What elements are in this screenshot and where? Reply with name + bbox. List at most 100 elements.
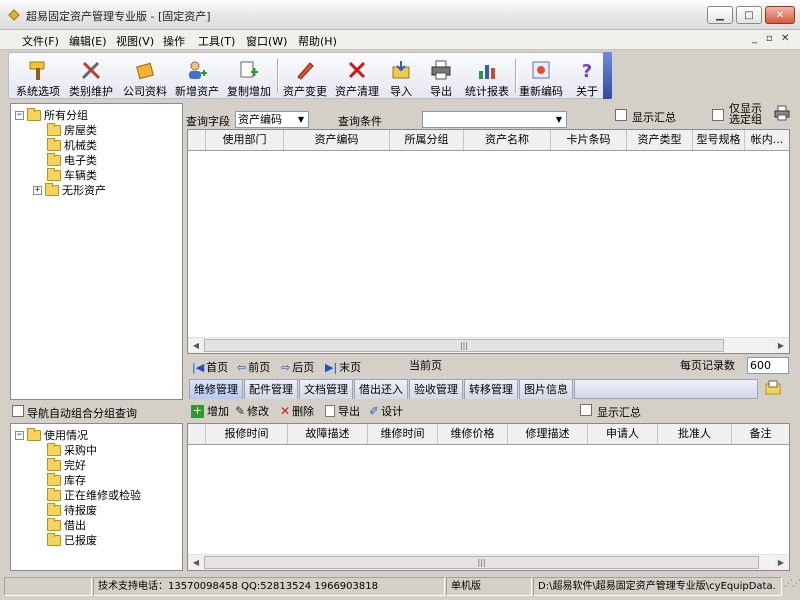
column-header[interactable]: 帐内...	[745, 130, 789, 150]
tree-item-pending-scrap[interactable]: 待报废	[47, 502, 97, 518]
menu-file[interactable]: 文件(F)	[22, 33, 59, 49]
tab-documents[interactable]: 文档管理	[299, 379, 353, 399]
column-header[interactable]: 修理描述	[508, 424, 588, 444]
query-condition-select[interactable]: ▼	[422, 111, 567, 128]
asset-clear-button[interactable]: 资产清理	[331, 53, 383, 99]
tab-repair[interactable]: 维修管理	[189, 379, 243, 399]
scroll-left-icon[interactable]: ◀	[188, 338, 204, 353]
detail-add-button[interactable]: + 增加	[191, 403, 229, 419]
scroll-thumb[interactable]: |||	[204, 339, 724, 352]
menu-operate[interactable]: 操作	[163, 33, 185, 49]
toolbar-separator	[277, 59, 278, 93]
tree-item-stock[interactable]: 库存	[47, 472, 86, 488]
query-field-select[interactable]: 资产编码 ▼	[235, 111, 309, 128]
tree-root-usage[interactable]: − 使用情况	[15, 427, 88, 443]
close-button[interactable]: ✕	[765, 6, 795, 24]
tree-item-scrapped[interactable]: 已报废	[47, 532, 97, 548]
minimize-button[interactable]: ▁	[707, 6, 733, 24]
first-page-button[interactable]: |◀ 首页	[192, 359, 228, 375]
menu-edit[interactable]: 编辑(E)	[69, 33, 107, 49]
copy-add-button[interactable]: 复制增加	[223, 53, 275, 99]
column-header[interactable]: 资产类型	[627, 130, 693, 150]
printer-icon[interactable]	[774, 105, 790, 121]
column-header[interactable]: 所属分组	[390, 130, 464, 150]
tree-item-intangible[interactable]: + 无形资产	[33, 182, 106, 198]
tree-item-house[interactable]: 房屋类	[47, 122, 97, 138]
detail-design-button[interactable]: ✐ 设计	[369, 403, 403, 419]
tree-item-intact[interactable]: 完好	[47, 457, 86, 473]
scroll-thumb[interactable]: |||	[204, 556, 759, 569]
open-folder-icon[interactable]	[765, 380, 781, 396]
maximize-button[interactable]: □	[736, 6, 762, 24]
company-info-button[interactable]: 公司资料	[119, 53, 171, 99]
folder-icon	[47, 137, 61, 151]
company-icon	[136, 62, 154, 80]
menu-help[interactable]: 帮助(H)	[298, 33, 337, 49]
show-summary-checkbox[interactable]	[615, 109, 627, 121]
expand-icon[interactable]: +	[33, 185, 42, 195]
app-icon	[8, 9, 20, 21]
last-page-button[interactable]: ▶| 末页	[325, 359, 361, 375]
system-options-button[interactable]: 系统选项	[13, 53, 63, 99]
column-header[interactable]: 批准人	[658, 424, 732, 444]
add-asset-button[interactable]: 新增资产	[171, 53, 223, 99]
tree-item-repairing[interactable]: 正在维修或检验	[47, 487, 141, 503]
import-button[interactable]: 导入	[381, 53, 421, 99]
resize-grip-icon[interactable]: ⋰⋰	[784, 580, 800, 594]
column-header[interactable]: 维修价格	[438, 424, 508, 444]
menu-window[interactable]: 窗口(W)	[246, 33, 287, 49]
tree-item-vehicle[interactable]: 车辆类	[47, 167, 97, 183]
tree-item-lent[interactable]: 借出	[47, 517, 86, 533]
column-header[interactable]: 维修时间	[368, 424, 438, 444]
tree-root-all-groups[interactable]: − 所有分组	[15, 107, 88, 123]
tree-item-purchasing[interactable]: 采购中	[47, 442, 97, 458]
nav-auto-group-label: 导航自动组合分组查询	[27, 407, 137, 420]
per-page-input[interactable]	[747, 357, 789, 374]
column-header[interactable]: 备注	[732, 424, 789, 444]
statistics-report-button[interactable]: 统计报表	[461, 53, 513, 99]
export-button[interactable]: 导出	[421, 53, 461, 99]
nav-auto-group-checkbox[interactable]	[12, 405, 24, 417]
tab-parts[interactable]: 配件管理	[244, 379, 298, 399]
tab-acceptance[interactable]: 验收管理	[409, 379, 463, 399]
mdi-close-button[interactable]: ✕	[781, 33, 789, 44]
toolbar-overflow-chevron[interactable]	[603, 52, 612, 99]
menu-view[interactable]: 视图(V)	[116, 33, 154, 49]
mdi-restore-button[interactable]: ▫	[766, 33, 773, 44]
menu-tools[interactable]: 工具(T)	[198, 33, 235, 49]
column-header[interactable]: 型号规格	[693, 130, 745, 150]
column-header[interactable]: 申请人	[588, 424, 658, 444]
detail-export-button[interactable]: 导出	[325, 403, 360, 419]
column-header[interactable]: 资产编码	[284, 130, 390, 150]
tree-item-electronic[interactable]: 电子类	[47, 152, 97, 168]
asset-change-button[interactable]: 资产变更	[279, 53, 331, 99]
collapse-icon[interactable]: −	[15, 430, 24, 440]
export-icon	[325, 405, 335, 417]
category-maintain-button[interactable]: 类别维护	[65, 53, 117, 99]
recode-button[interactable]: 重新编码	[515, 53, 567, 99]
only-selected-group-checkbox[interactable]	[712, 109, 724, 121]
detail-show-summary-checkbox[interactable]	[580, 404, 592, 416]
detail-edit-button[interactable]: ✎ 修改	[235, 403, 269, 419]
next-page-button[interactable]: ⇨ 后页	[281, 359, 314, 375]
column-header[interactable]: 卡片条码	[551, 130, 627, 150]
tab-lend-return[interactable]: 借出还入	[354, 379, 408, 399]
about-button[interactable]: ? 关于	[567, 53, 607, 99]
collapse-icon[interactable]: −	[15, 110, 24, 120]
tab-pictures[interactable]: 图片信息	[519, 379, 573, 399]
scroll-right-icon[interactable]: ▶	[773, 555, 789, 570]
repair-grid-hscrollbar[interactable]: ◀ ||| ▶	[188, 554, 789, 570]
column-header[interactable]: 故障描述	[288, 424, 368, 444]
column-header[interactable]: 使用部门	[206, 130, 284, 150]
scroll-right-icon[interactable]: ▶	[773, 338, 789, 353]
chart-icon	[479, 65, 495, 79]
tree-item-machinery[interactable]: 机械类	[47, 137, 97, 153]
detail-delete-button[interactable]: ✕ 删除	[280, 403, 314, 419]
asset-grid-hscrollbar[interactable]: ◀ ||| ▶	[188, 337, 789, 353]
column-header[interactable]: 报修时间	[206, 424, 288, 444]
tab-transfer[interactable]: 转移管理	[464, 379, 518, 399]
mdi-minimize-button[interactable]: _	[752, 33, 757, 44]
column-header[interactable]: 资产名称	[464, 130, 551, 150]
scroll-left-icon[interactable]: ◀	[188, 555, 204, 570]
prev-page-button[interactable]: ⇦ 前页	[237, 359, 270, 375]
